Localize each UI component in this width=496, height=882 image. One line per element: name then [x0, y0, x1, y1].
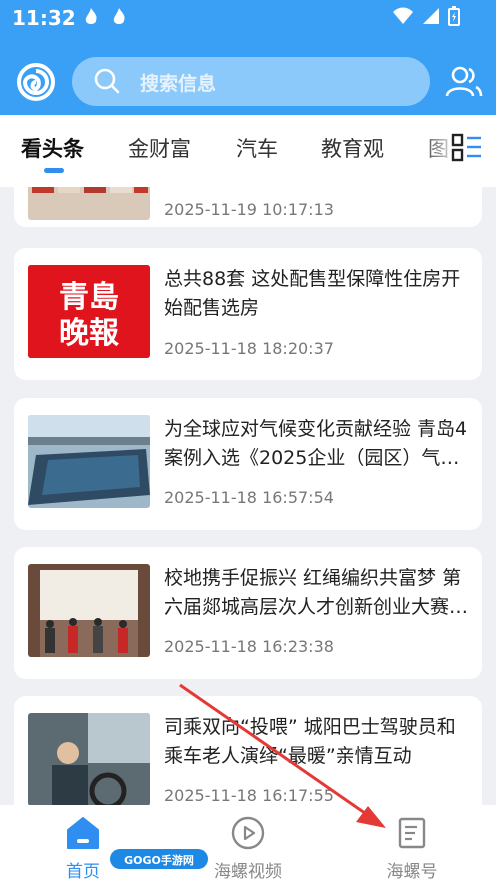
document-icon — [398, 817, 426, 849]
news-thumbnail — [28, 415, 150, 508]
news-title: 司乘双向“投喂” 城阳巴士驾驶员和乘车老人演绎“最暖”亲情互动 — [164, 716, 456, 767]
home-icon — [67, 817, 99, 849]
tab-auto[interactable]: 汽车 — [236, 133, 278, 163]
flame-icon — [113, 8, 125, 24]
news-thumbnail — [28, 187, 150, 220]
search-icon — [94, 68, 120, 94]
news-title: 总共88套 这处配售型保障性住房开始配售选房 — [164, 268, 461, 319]
news-title: 校地携手促振兴 红绳编织共富梦 第六届郯城高层次人才创新创业大赛… — [164, 567, 469, 618]
news-thumbnail — [28, 713, 150, 805]
news-date: 2025-11-18 16:17:55 — [164, 786, 334, 805]
search-placeholder: 搜索信息 — [140, 73, 217, 95]
news-feed[interactable]: 2025-11-19 10:17:13 青島 晚報 总共88套 这处配售型保障性… — [0, 187, 496, 805]
news-title: 为全球应对气候变化贡献经验 青岛4案例入选《2025企业（园区）气… — [164, 418, 468, 469]
news-date: 2025-11-19 10:17:13 — [164, 200, 334, 219]
play-icon — [231, 816, 265, 850]
app-header: 11:32 搜索信息 — [0, 0, 496, 115]
svg-text:青島: 青島 — [59, 280, 119, 315]
app-logo-icon[interactable] — [16, 62, 56, 102]
tab-education[interactable]: 教育观 — [321, 133, 384, 163]
news-thumbnail: 青島 晚報 — [28, 265, 150, 358]
channel-menu-icon[interactable] — [450, 131, 484, 165]
news-card[interactable]: 2025-11-19 10:17:13 — [14, 187, 482, 227]
status-bar: 11:32 — [0, 0, 496, 36]
wifi-icon — [393, 7, 413, 24]
search-bar[interactable]: 搜索信息 — [72, 57, 430, 106]
signal-icon — [423, 8, 439, 24]
tab-headlines[interactable]: 看头条 — [21, 133, 84, 163]
watermark-logo: GOGO手游网 — [110, 847, 208, 871]
bottom-navigation: 首页 海螺视频 海螺号 — [0, 805, 496, 882]
nav-conch-account[interactable]: 海螺号 — [352, 813, 472, 882]
news-date: 2025-11-18 18:20:37 — [164, 339, 334, 358]
news-card[interactable]: 为全球应对气候变化贡献经验 青岛4案例入选《2025企业（园区）气… 2025-… — [14, 398, 482, 530]
active-tab-indicator — [44, 168, 64, 173]
news-card[interactable]: 校地携手促振兴 红绳编织共富梦 第六届郯城高层次人才创新创业大赛… 2025-1… — [14, 547, 482, 679]
news-thumbnail — [28, 564, 150, 657]
news-date: 2025-11-18 16:23:38 — [164, 637, 334, 656]
svg-text:GOGO手游网: GOGO手游网 — [124, 853, 194, 867]
svg-text:晚報: 晚報 — [59, 316, 120, 351]
news-card[interactable]: 司乘双向“投喂” 城阳巴士驾驶员和乘车老人演绎“最暖”亲情互动 2025-11-… — [14, 696, 482, 805]
battery-icon — [448, 6, 460, 26]
nav-label: 海螺号 — [386, 862, 438, 882]
category-tabs: 看头条 金财富 汽车 教育观 图 — [0, 115, 496, 187]
flame-icon — [85, 8, 97, 24]
news-card[interactable]: 青島 晚報 总共88套 这处配售型保障性住房开始配售选房 2025-11-18 … — [14, 248, 482, 380]
status-time: 11:32 — [12, 6, 76, 30]
user-icon[interactable] — [444, 62, 484, 102]
tab-finance[interactable]: 金财富 — [128, 133, 191, 163]
news-date: 2025-11-18 16:57:54 — [164, 488, 334, 507]
